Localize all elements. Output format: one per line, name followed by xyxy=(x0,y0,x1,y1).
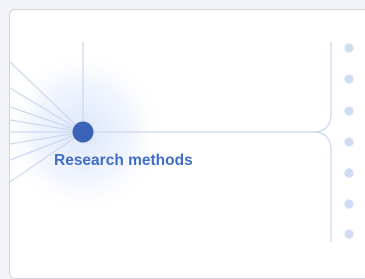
mind-map-diagram xyxy=(10,42,354,242)
child-dot xyxy=(344,43,354,53)
child-dot xyxy=(344,137,354,147)
child-dot xyxy=(344,106,354,116)
child-dot xyxy=(344,74,354,84)
research-methods-node-dot[interactable] xyxy=(72,121,94,143)
child-dot xyxy=(344,229,354,239)
child-dots xyxy=(344,43,354,239)
child-dot xyxy=(344,168,354,178)
child-dot xyxy=(344,199,354,209)
research-methods-node-label[interactable]: Research methods xyxy=(54,152,193,170)
diagram-card: Research methods xyxy=(9,9,365,279)
